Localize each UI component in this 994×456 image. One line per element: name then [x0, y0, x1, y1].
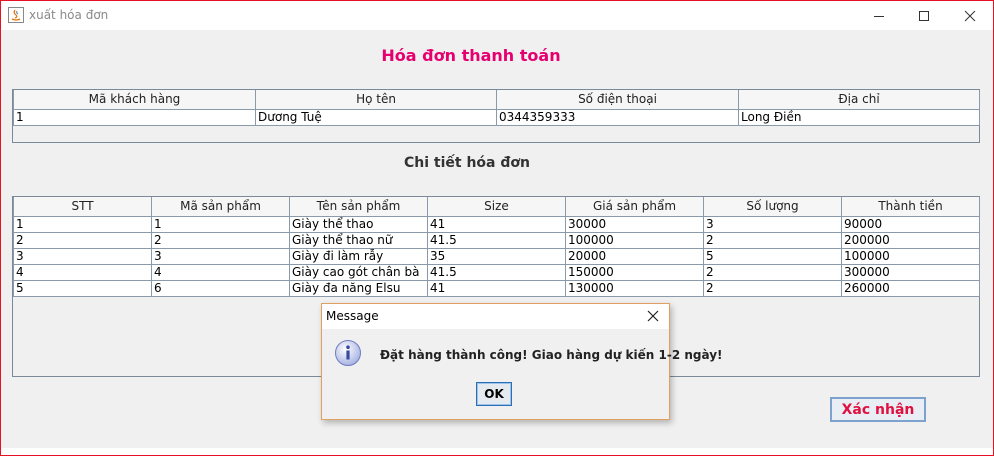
dialog-title-bar[interactable]: Message	[322, 304, 669, 329]
table-cell[interactable]: Dương Tuệ	[255, 108, 497, 126]
column-header[interactable]: Họ tên	[255, 90, 497, 110]
column-header[interactable]: Tên sản phẩm	[289, 197, 428, 217]
bottom-strip	[1, 448, 993, 455]
table-cell[interactable]: 3	[703, 215, 842, 233]
column-header[interactable]: Thành tiền	[841, 197, 980, 217]
table-cell[interactable]: 5	[13, 279, 152, 297]
table-cell[interactable]: 41	[427, 279, 566, 297]
close-icon	[964, 10, 976, 21]
details-title: Chi tiết hóa đơn	[404, 155, 530, 171]
table-cell[interactable]: 300000	[841, 263, 980, 281]
table-cell[interactable]: 1	[13, 215, 152, 233]
confirm-button[interactable]: Xác nhận	[830, 397, 926, 422]
details-table: STT Mã sản phẩm Tên sản phẩm Size Giá sả…	[13, 197, 980, 297]
table-cell[interactable]: 2	[703, 263, 842, 281]
maximize-button[interactable]	[901, 1, 947, 30]
message-dialog: Message Đặt hàng thành công! Giao hàng d…	[321, 303, 723, 420]
column-header[interactable]: Địa chỉ	[738, 90, 980, 110]
table-cell[interactable]: Giày thể thao nữ	[289, 231, 428, 249]
table-row[interactable]: 4 4 Giày cao gót chân bà 41.5 150000 2 3…	[13, 263, 980, 281]
table-cell[interactable]: 20000	[565, 247, 704, 265]
column-header[interactable]: STT	[13, 197, 152, 217]
table-cell[interactable]: 6	[151, 279, 290, 297]
table-row[interactable]: 1 Dương Tuệ 0344359333 Long Điền	[13, 108, 980, 126]
table-cell[interactable]: 0344359333	[496, 108, 739, 126]
customer-table: Mã khách hàng Họ tên Số điện thoại Địa c…	[13, 90, 980, 126]
dialog-close-button[interactable]	[642, 306, 664, 326]
details-table-header: STT Mã sản phẩm Tên sản phẩm Size Giá sả…	[13, 197, 980, 217]
table-cell[interactable]: 2	[13, 231, 152, 249]
table-cell[interactable]: 41.5	[427, 263, 566, 281]
table-cell[interactable]: 150000	[565, 263, 704, 281]
close-icon	[647, 310, 659, 322]
close-button[interactable]	[947, 1, 993, 30]
table-cell[interactable]: 100000	[841, 247, 980, 265]
table-row[interactable]: 2 2 Giày thể thao nữ 41.5 100000 2 20000…	[13, 231, 980, 249]
customer-table-panel: Mã khách hàng Họ tên Số điện thoại Địa c…	[12, 89, 980, 143]
table-cell[interactable]: Long Điền	[738, 108, 980, 126]
column-header[interactable]: Số điện thoại	[496, 90, 739, 110]
table-cell[interactable]: 41	[427, 215, 566, 233]
java-app-icon	[8, 7, 24, 23]
table-cell[interactable]: Giày thể thao	[289, 215, 428, 233]
table-cell[interactable]: 3	[13, 247, 152, 265]
table-cell[interactable]: 4	[13, 263, 152, 281]
customer-table-header: Mã khách hàng Họ tên Số điện thoại Địa c…	[13, 90, 980, 110]
table-row[interactable]: 1 1 Giày thể thao 41 30000 3 90000	[13, 215, 980, 233]
table-cell[interactable]: 2	[151, 231, 290, 249]
table-cell[interactable]: 130000	[565, 279, 704, 297]
table-cell[interactable]: Giày đi làm rẫy	[289, 247, 428, 265]
table-cell[interactable]: 90000	[841, 215, 980, 233]
minimize-icon	[874, 15, 884, 17]
table-cell[interactable]: 5	[703, 247, 842, 265]
table-cell[interactable]: 100000	[565, 231, 704, 249]
table-cell[interactable]: 260000	[841, 279, 980, 297]
column-header[interactable]: Số lượng	[703, 197, 842, 217]
invoice-title: Hóa đơn thanh toán	[381, 46, 561, 65]
table-cell[interactable]: Giày đa năng Elsu	[289, 279, 428, 297]
table-cell[interactable]: 200000	[841, 231, 980, 249]
table-cell[interactable]: 1	[13, 108, 256, 126]
table-cell[interactable]: 30000	[565, 215, 704, 233]
dialog-title: Message	[326, 309, 379, 323]
invoice-window: xuất hóa đơn Hóa đơn thanh toán Mã khách…	[0, 0, 994, 456]
table-cell[interactable]: 41.5	[427, 231, 566, 249]
table-cell[interactable]: Giày cao gót chân bà	[289, 263, 428, 281]
table-cell[interactable]: 1	[151, 215, 290, 233]
maximize-icon	[919, 10, 929, 21]
column-header[interactable]: Mã khách hàng	[13, 90, 256, 110]
column-header[interactable]: Mã sản phẩm	[151, 197, 290, 217]
table-cell[interactable]: 4	[151, 263, 290, 281]
info-icon	[335, 340, 361, 366]
dialog-message: Đặt hàng thành công! Giao hàng dự kiến 1…	[380, 348, 723, 362]
column-header[interactable]: Giá sản phẩm	[565, 197, 704, 217]
window-title: xuất hóa đơn	[29, 8, 109, 22]
table-cell[interactable]: 2	[703, 231, 842, 249]
table-row[interactable]: 3 3 Giày đi làm rẫy 35 20000 5 100000	[13, 247, 980, 265]
table-cell[interactable]: 3	[151, 247, 290, 265]
ok-button[interactable]: OK	[476, 382, 512, 406]
minimize-button[interactable]	[856, 1, 902, 30]
table-cell[interactable]: 35	[427, 247, 566, 265]
column-header[interactable]: Size	[427, 197, 566, 217]
table-row[interactable]: 5 6 Giày đa năng Elsu 41 130000 2 260000	[13, 279, 980, 297]
title-bar[interactable]: xuất hóa đơn	[1, 1, 993, 30]
table-cell[interactable]: 2	[703, 279, 842, 297]
